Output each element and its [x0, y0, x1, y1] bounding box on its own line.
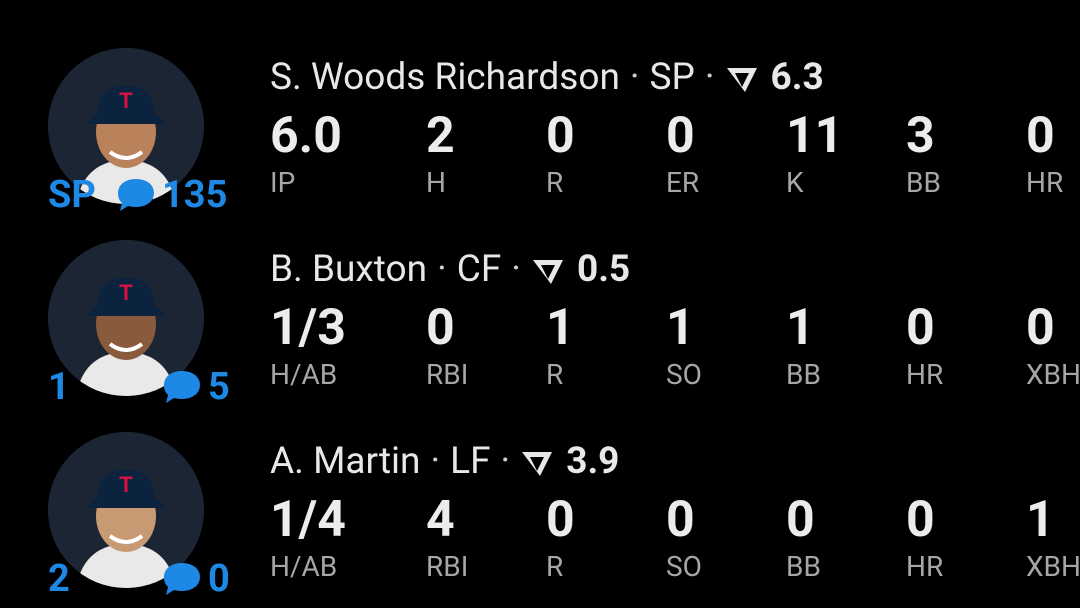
score-flag-icon — [531, 255, 565, 285]
player-row[interactable]: T 15 B. Buxton · CF · 0.5 1/3 H/AB 0 RBI… — [0, 192, 1080, 406]
stat-cell: 2 H — [426, 110, 546, 198]
comment-count-button[interactable]: 0 — [162, 560, 230, 598]
stat-cell: 0 BB — [786, 494, 906, 582]
stat-label: SO — [666, 550, 702, 583]
stat-cell: 1/3 H/AB — [270, 302, 390, 390]
stat-value: 0 — [546, 107, 575, 165]
player-row[interactable]: T SP 135 S. Woods Richardson · SP · 6.3 6… — [0, 0, 1080, 214]
stat-value: 0 — [786, 491, 815, 549]
stat-cell: 1 R — [546, 302, 666, 390]
separator: · — [629, 56, 640, 99]
stat-cell: 4 RBI — [426, 494, 546, 582]
stat-value: 0 — [426, 299, 455, 357]
separator: · — [500, 440, 511, 483]
stat-value: 11 — [786, 107, 844, 165]
player-name[interactable]: B. Buxton — [270, 250, 427, 290]
separator: · — [430, 440, 441, 483]
player-name[interactable]: A. Martin — [270, 442, 420, 482]
stat-cell: 0 R — [546, 494, 666, 582]
stat-label: RBI — [426, 550, 469, 583]
stat-value: 0 — [906, 491, 935, 549]
stat-cell: 1 XBH — [1026, 494, 1080, 582]
player-position: LF — [450, 440, 491, 483]
player-position: CF — [456, 248, 502, 291]
stat-value: 0 — [1026, 107, 1055, 165]
stat-value: 1 — [546, 299, 575, 357]
stat-label: H/AB — [270, 550, 338, 583]
stat-cell: 1/4 H/AB — [270, 494, 390, 582]
lineup-badge: 2 — [48, 557, 70, 601]
player-name[interactable]: S. Woods Richardson — [270, 58, 620, 98]
stat-value: 3 — [906, 107, 935, 165]
stat-label: R — [546, 550, 564, 583]
stat-cell: 3 BB — [906, 110, 1026, 198]
stat-cell: 0 HR — [906, 302, 1026, 390]
score-flag-icon — [725, 63, 759, 93]
player-title-line: A. Martin · LF · 3.9 — [270, 442, 619, 482]
player-row[interactable]: T 2 0 A. Martin · LF · 3.9 1/4 H/AB 4 RBI… — [0, 384, 1080, 598]
stat-value: 0 — [666, 107, 695, 165]
stat-cell: 0 SO — [666, 494, 786, 582]
stat-label: XBH — [1026, 550, 1080, 583]
chat-bubble-icon — [162, 561, 202, 597]
stat-cell: 0 R — [546, 110, 666, 198]
stat-value: 0 — [906, 299, 935, 357]
stat-cell: 0 ER — [666, 110, 786, 198]
stat-cell: 6.0 IP — [270, 110, 390, 198]
stat-label: BB — [786, 550, 821, 583]
stat-label: HR — [906, 550, 944, 583]
stat-value: 0 — [666, 491, 695, 549]
stat-cell: 1 BB — [786, 302, 906, 390]
stat-value: 1/3 — [270, 299, 346, 357]
stat-value: 2 — [426, 107, 455, 165]
stat-cell: 0 HR — [906, 494, 1026, 582]
stat-value: 6.0 — [270, 107, 342, 165]
score-flag-icon — [520, 447, 554, 477]
player-position: SP — [649, 56, 695, 99]
stat-value: 0 — [546, 491, 575, 549]
stat-value: 1 — [666, 299, 695, 357]
player-title-line: S. Woods Richardson · SP · 6.3 — [270, 58, 824, 98]
stat-value: 1 — [786, 299, 815, 357]
comment-count: 0 — [208, 557, 230, 601]
separator: · — [704, 56, 715, 99]
stat-value: 1/4 — [270, 491, 346, 549]
stat-cell: 11 K — [786, 110, 906, 198]
player-title-line: B. Buxton · CF · 0.5 — [270, 250, 630, 290]
separator: · — [511, 248, 521, 291]
stat-value: 1 — [1026, 491, 1055, 549]
player-list: T SP 135 S. Woods Richardson · SP · 6.3 6… — [0, 0, 1080, 608]
player-score: 3.9 — [566, 440, 620, 483]
player-score: 6.3 — [770, 56, 824, 99]
separator: · — [437, 248, 447, 291]
svg-text:T: T — [119, 280, 133, 305]
player-score: 0.5 — [576, 248, 631, 291]
stat-value: 4 — [426, 491, 455, 549]
stat-cell: 0 XBH — [1026, 302, 1080, 390]
stat-value: 0 — [1026, 299, 1055, 357]
stat-cell: 1 SO — [666, 302, 786, 390]
stat-cell: 0 RBI — [426, 302, 546, 390]
svg-text:T: T — [119, 88, 133, 113]
svg-text:T: T — [119, 472, 133, 497]
stat-cell: 0 HR — [1026, 110, 1080, 198]
